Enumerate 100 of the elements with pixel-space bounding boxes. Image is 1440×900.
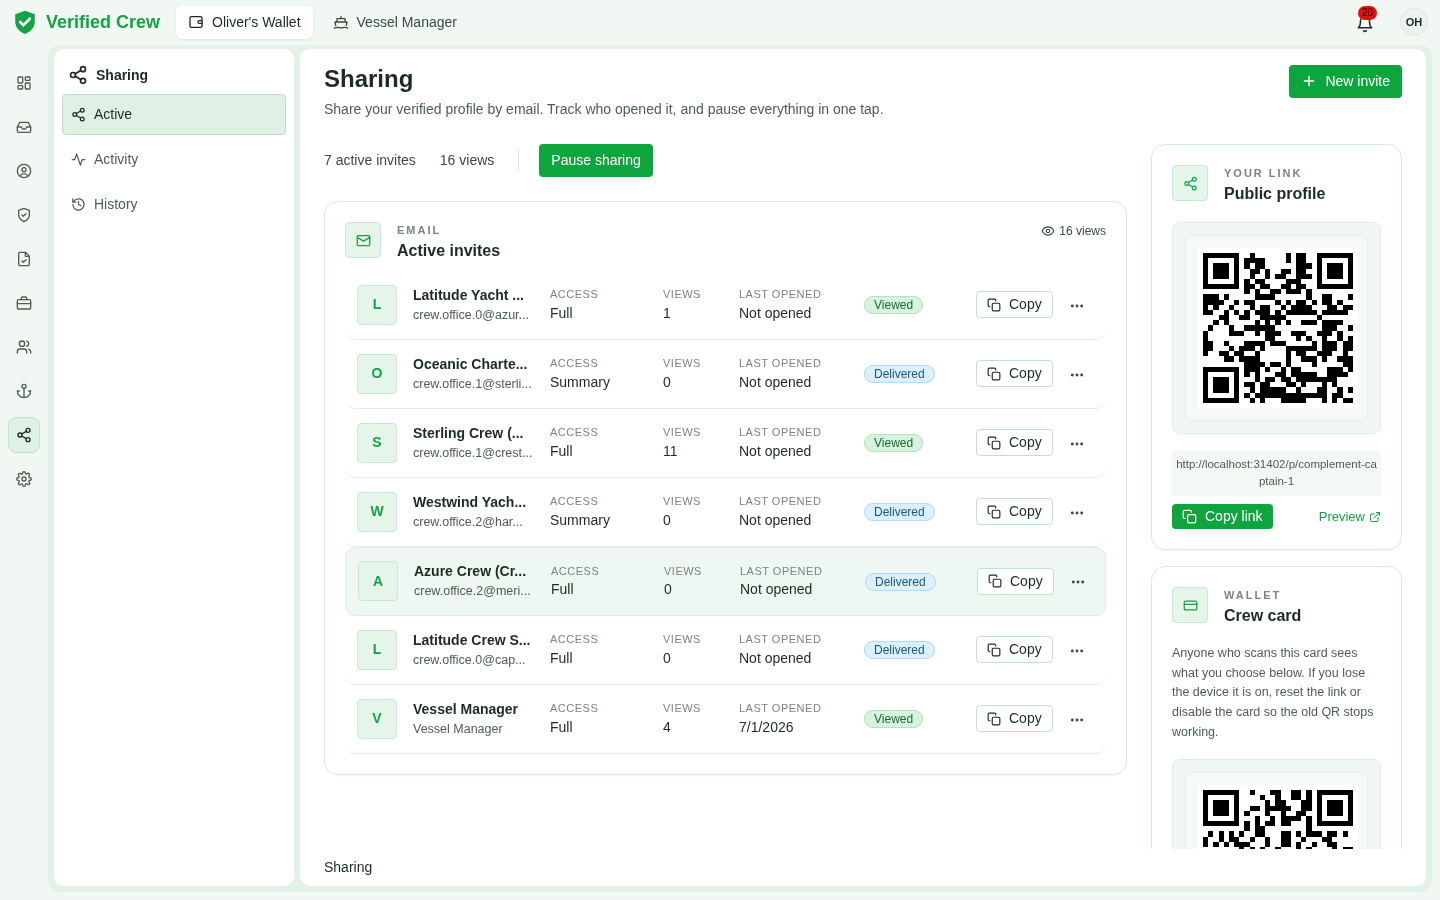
initial-avatar: V — [357, 698, 397, 739]
column-label: ACCESS — [550, 632, 600, 648]
contact-email: crew.office.0@cap... — [413, 652, 527, 669]
column-value: 0 — [664, 580, 673, 600]
share-icon — [68, 65, 88, 86]
column-label: VIEWS — [663, 632, 702, 648]
column-value: Not opened — [739, 441, 813, 461]
stat-text: 7 active invites — [324, 151, 416, 171]
column-label: LAST OPENED — [739, 425, 823, 441]
initial-avatar: A — [358, 561, 398, 602]
notification-badge: 20 — [1358, 6, 1378, 21]
external-link-icon — [1369, 510, 1381, 523]
copy-button[interactable]: Copy — [976, 360, 1053, 388]
column-value: 1 — [663, 303, 672, 323]
copy-button[interactable]: Copy — [976, 705, 1053, 733]
contact-name: Westwind Yach... — [413, 493, 528, 512]
card-eyebrow: WALLET — [1224, 588, 1283, 604]
user-avatar[interactable]: OH — [1400, 8, 1428, 37]
invite-row[interactable]: L Latitude Crew S... crew.office.0@cap... ACCESS Full VIEWS 0 LAST OPENED Not opened Delivered Copy — [345, 615, 1106, 685]
contact-email: crew.office.2@meri... — [414, 583, 532, 601]
copy-icon — [987, 435, 1001, 450]
invite-row[interactable]: A Azure Crew (Cr... crew.office.2@meri... ACCESS Full VIEWS 0 LAST OPENED Not opened Delivered Copy — [345, 546, 1106, 616]
column-label: LAST OPENED — [740, 563, 824, 579]
invite-row[interactable]: O Oceanic Charte... crew.office.1@sterli... ACCESS Summary VIEWS 0 LAST OPENED Not opened Delivered Copy — [345, 339, 1106, 409]
contact-name: Azure Crew (Cr... — [414, 562, 528, 582]
column-value: Not opened — [739, 303, 813, 323]
copy-button[interactable]: Copy — [976, 636, 1053, 664]
shield-icon — [16, 206, 32, 223]
copy-button[interactable]: Copy — [976, 291, 1053, 319]
column-value: 0 — [663, 372, 672, 392]
column-value: Summary — [550, 372, 611, 392]
share-icon — [71, 106, 86, 122]
copy-icon — [987, 504, 1001, 519]
contact-email: crew.office.1@crest... — [413, 445, 534, 462]
column-label: VIEWS — [663, 701, 702, 717]
contact-name: Vessel Manager — [413, 700, 520, 719]
column-value: 7/1/2026 — [739, 717, 795, 737]
copy-button[interactable]: Copy — [976, 429, 1053, 457]
link-url: http://localhost:31402/p/complement-captain-1 — [1172, 449, 1381, 497]
card-title: Public profile — [1224, 183, 1326, 204]
status-pill: Delivered — [864, 365, 935, 384]
column-label: LAST OPENED — [739, 356, 823, 372]
copy-icon — [987, 366, 1001, 381]
card-description: Anyone who scans this card sees what you choose below. If you lose the device it is on, reset the link or disable the card so the old QR stops working. — [1172, 644, 1375, 741]
column-label: VIEWS — [663, 425, 702, 441]
status-pill: Delivered — [865, 572, 936, 591]
copy-icon — [988, 574, 1002, 589]
mail-icon — [355, 232, 371, 248]
people-icon — [16, 338, 32, 355]
sidebar-item[interactable]: Active — [62, 93, 286, 135]
status-pill: Viewed — [864, 296, 924, 315]
top-tab[interactable]: Vessel Manager — [320, 5, 469, 39]
contact-name: Latitude Crew S... — [413, 631, 532, 650]
copy-icon — [1182, 509, 1197, 525]
contact-name: Latitude Yacht ... — [413, 286, 525, 305]
contact-email: Vessel Manager — [413, 721, 504, 738]
column-label: LAST OPENED — [739, 632, 823, 648]
copy-icon — [987, 297, 1001, 312]
invite-row[interactable]: V Vessel Manager Vessel Manager ACCESS Full VIEWS 4 LAST OPENED 7/1/2026 Viewed Copy — [345, 684, 1106, 754]
sidebar-item[interactable]: Activity — [62, 138, 286, 180]
contact-email: crew.office.2@har... — [413, 514, 524, 531]
initial-avatar: W — [357, 491, 397, 532]
card-eyebrow: EMAIL — [397, 223, 443, 239]
stat-text: 16 views — [439, 151, 495, 171]
column-label: LAST OPENED — [739, 494, 823, 510]
copy-button[interactable]: Copy — [976, 498, 1053, 526]
views-count: 16 views — [1059, 223, 1106, 241]
status-pill: Delivered — [864, 641, 935, 660]
briefcase-icon — [16, 294, 32, 311]
invite-row[interactable]: W Westwind Yach... crew.office.2@har... ACCESS Summary VIEWS 0 LAST OPENED Not opened Delivered Copy — [345, 477, 1106, 547]
column-label: ACCESS — [550, 425, 600, 441]
invite-row[interactable]: S Sterling Crew (... crew.office.1@crest... ACCESS Full VIEWS 11 LAST OPENED Not opened Viewed Copy — [345, 408, 1106, 478]
copy-button[interactable]: Copy — [977, 567, 1054, 595]
column-value: 0 — [663, 648, 672, 668]
document-icon — [16, 250, 32, 267]
column-value: Full — [550, 648, 574, 668]
sidebar-item[interactable]: History — [62, 183, 286, 225]
card-eyebrow: YOUR LINK — [1224, 166, 1304, 182]
shield-check-logo-icon — [12, 9, 38, 36]
rail-button[interactable] — [8, 416, 40, 453]
column-label: ACCESS — [550, 494, 600, 510]
top-tab[interactable]: Oliver's Wallet — [176, 5, 313, 39]
settings-icon — [16, 470, 32, 487]
initial-avatar: L — [357, 284, 397, 325]
anchor-icon — [16, 382, 32, 399]
contact-email: crew.office.1@sterli... — [413, 376, 533, 393]
wallet-icon — [188, 14, 205, 31]
share-icon — [16, 426, 32, 443]
column-value: Not opened — [739, 648, 813, 668]
column-label: VIEWS — [664, 563, 703, 579]
eye-icon — [1041, 224, 1056, 239]
dashboard-icon — [16, 74, 32, 91]
history-icon — [71, 196, 86, 212]
invite-row[interactable]: L Latitude Yacht ... crew.office.0@azur... ACCESS Full VIEWS 1 LAST OPENED Not opened Viewed Copy — [345, 270, 1106, 340]
column-label: LAST OPENED — [739, 701, 823, 717]
footer-label: Sharing — [324, 858, 374, 877]
column-label: VIEWS — [663, 287, 702, 303]
status-pill: Delivered — [864, 503, 935, 522]
column-value: 0 — [663, 510, 672, 530]
contact-name: Sterling Crew (... — [413, 424, 525, 443]
